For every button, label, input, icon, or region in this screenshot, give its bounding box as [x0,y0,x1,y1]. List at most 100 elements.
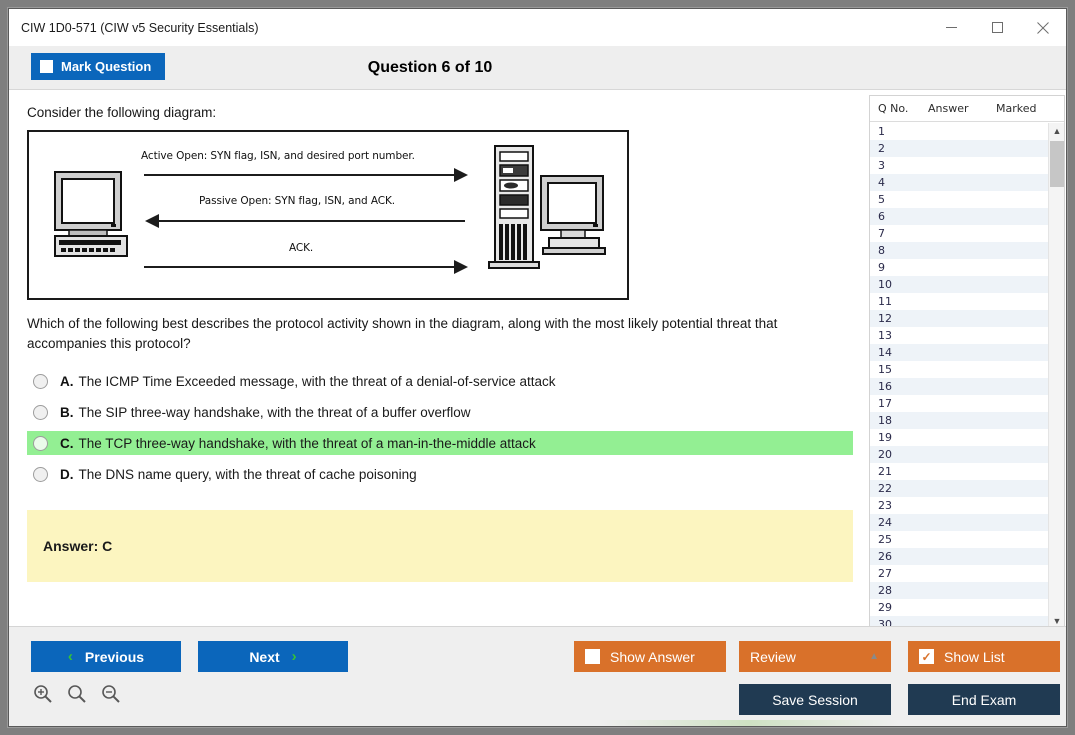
question-list-row[interactable]: 2 [870,140,1048,157]
window-title: CIW 1D0-571 (CIW v5 Security Essentials) [21,20,259,35]
zoom-in-icon[interactable] [33,684,53,704]
zoom-reset-icon[interactable] [67,684,87,704]
next-button[interactable]: Next › [198,641,348,672]
show-list-checkbox-icon[interactable]: ✓ [919,649,934,664]
previous-button[interactable]: ‹ Previous [31,641,181,672]
question-list-row[interactable]: 26 [870,548,1048,565]
radio-icon[interactable] [33,466,48,482]
diagram-arrowhead-1 [454,168,468,182]
question-list-row[interactable]: 6 [870,208,1048,225]
option-text: The DNS name query, with the threat of c… [78,466,417,482]
row-qno: 1 [878,125,885,138]
option-row[interactable]: D. The DNS name query, with the threat of… [27,462,853,486]
question-list-row[interactable]: 13 [870,327,1048,344]
question-list-row[interactable]: 22 [870,480,1048,497]
question-list-row[interactable]: 9 [870,259,1048,276]
question-list-row[interactable]: 7 [870,225,1048,242]
question-list-row[interactable]: 28 [870,582,1048,599]
option-letter: D. [60,466,74,482]
header-bar: Mark Question Question 6 of 10 [9,46,1066,90]
diagram-arrow-line-3 [144,266,456,268]
radio-icon[interactable] [33,373,48,389]
question-list-row[interactable]: 18 [870,412,1048,429]
question-list-row[interactable]: 4 [870,174,1048,191]
scrollbar-thumb[interactable] [1050,141,1064,187]
option-row[interactable]: A. The ICMP Time Exceeded message, with t… [27,369,853,393]
close-button[interactable] [1020,9,1066,46]
row-qno: 28 [878,584,892,597]
answer-text: Answer: C [43,538,113,555]
show-answer-checkbox-icon[interactable] [585,649,600,664]
show-answer-button[interactable]: Show Answer [574,641,726,672]
diagram-message-1: Active Open: SYN flag, ISN, and desired … [141,150,415,162]
save-session-label: Save Session [772,691,858,708]
diagram-arrowhead-3 [454,260,468,274]
question-list-row[interactable]: 29 [870,599,1048,616]
question-list-row[interactable]: 25 [870,531,1048,548]
question-list-row[interactable]: 19 [870,429,1048,446]
question-list-row[interactable]: 15 [870,361,1048,378]
question-list-row[interactable]: 16 [870,378,1048,395]
bottom-tint [599,720,899,726]
row-qno: 15 [878,363,892,376]
row-qno: 27 [878,567,892,580]
minimize-button[interactable] [928,9,974,46]
row-qno: 21 [878,465,892,478]
radio-icon[interactable] [33,404,48,420]
row-qno: 26 [878,550,892,563]
question-list-row[interactable]: 11 [870,293,1048,310]
option-row[interactable]: B. The SIP three-way handshake, with the … [27,400,853,424]
row-qno: 23 [878,499,892,512]
row-qno: 8 [878,244,885,257]
next-label: Next [249,648,280,665]
previous-label: Previous [84,648,145,665]
row-qno: 13 [878,329,892,342]
question-list-row[interactable]: 21 [870,463,1048,480]
question-list-row[interactable]: 14 [870,344,1048,361]
question-list-row[interactable]: 23 [870,497,1048,514]
prompt-text: Consider the following diagram: [27,105,217,120]
row-qno: 4 [878,176,885,189]
question-list-body: 1 2 3 4 5 6 7 8 9 10 11 12 13 14 15 16 17 18 19 20 21 22 23 24 2… [870,123,1048,629]
question-list-scrollbar[interactable]: ▲ ▼ [1048,123,1064,629]
end-exam-button[interactable]: End Exam [908,684,1060,715]
row-qno: 10 [878,278,892,291]
question-list-row[interactable]: 12 [870,310,1048,327]
row-qno: 19 [878,431,892,444]
save-session-button[interactable]: Save Session [739,684,891,715]
question-list-row[interactable]: 1 [870,123,1048,140]
question-list-row[interactable]: 5 [870,191,1048,208]
radio-icon[interactable] [33,435,48,451]
exam-window: CIW 1D0-571 (CIW v5 Security Essentials)… [8,8,1067,727]
show-list-button[interactable]: ✓ Show List [908,641,1060,672]
question-list-row[interactable]: 27 [870,565,1048,582]
maximize-button[interactable] [974,9,1020,46]
question-list-row[interactable]: 8 [870,242,1048,259]
zoom-out-icon[interactable] [101,684,121,704]
question-list-panel: Q No. Answer Marked 1 2 3 4 5 6 7 8 9 10 11 12 13 14 1… [869,95,1065,630]
question-content: Consider the following diagram: Active O… [9,91,857,628]
question-list-header: Q No. Answer Marked [870,96,1064,122]
question-list-row[interactable]: 10 [870,276,1048,293]
question-list-row[interactable]: 20 [870,446,1048,463]
question-stem: Which of the following best describes th… [27,316,778,351]
scroll-up-arrow-icon[interactable]: ▲ [1049,123,1064,139]
row-qno: 20 [878,448,892,461]
row-qno: 7 [878,227,885,240]
option-letter: C. [60,435,74,451]
option-row[interactable]: C. The TCP three-way handshake, with the … [27,431,853,456]
row-qno: 12 [878,312,892,325]
question-list-row[interactable]: 3 [870,157,1048,174]
row-qno: 18 [878,414,892,427]
diagram-arrow-line-2 [157,220,465,222]
show-list-label: Show List [944,648,1005,665]
question-list-row[interactable]: 24 [870,514,1048,531]
question-list-row[interactable]: 17 [870,395,1048,412]
review-dropdown[interactable]: Review ▲ [739,641,891,672]
diagram-message-2: Passive Open: SYN flag, ISN, and ACK. [199,195,395,207]
title-bar: CIW 1D0-571 (CIW v5 Security Essentials) [9,9,1066,46]
window-controls [928,9,1066,46]
footer-toolbar: ‹ Previous Next › Show Answer Review ▲ ✓… [9,626,1066,726]
page-title: Question 6 of 10 [367,59,493,76]
chevron-right-icon: › [291,648,297,665]
